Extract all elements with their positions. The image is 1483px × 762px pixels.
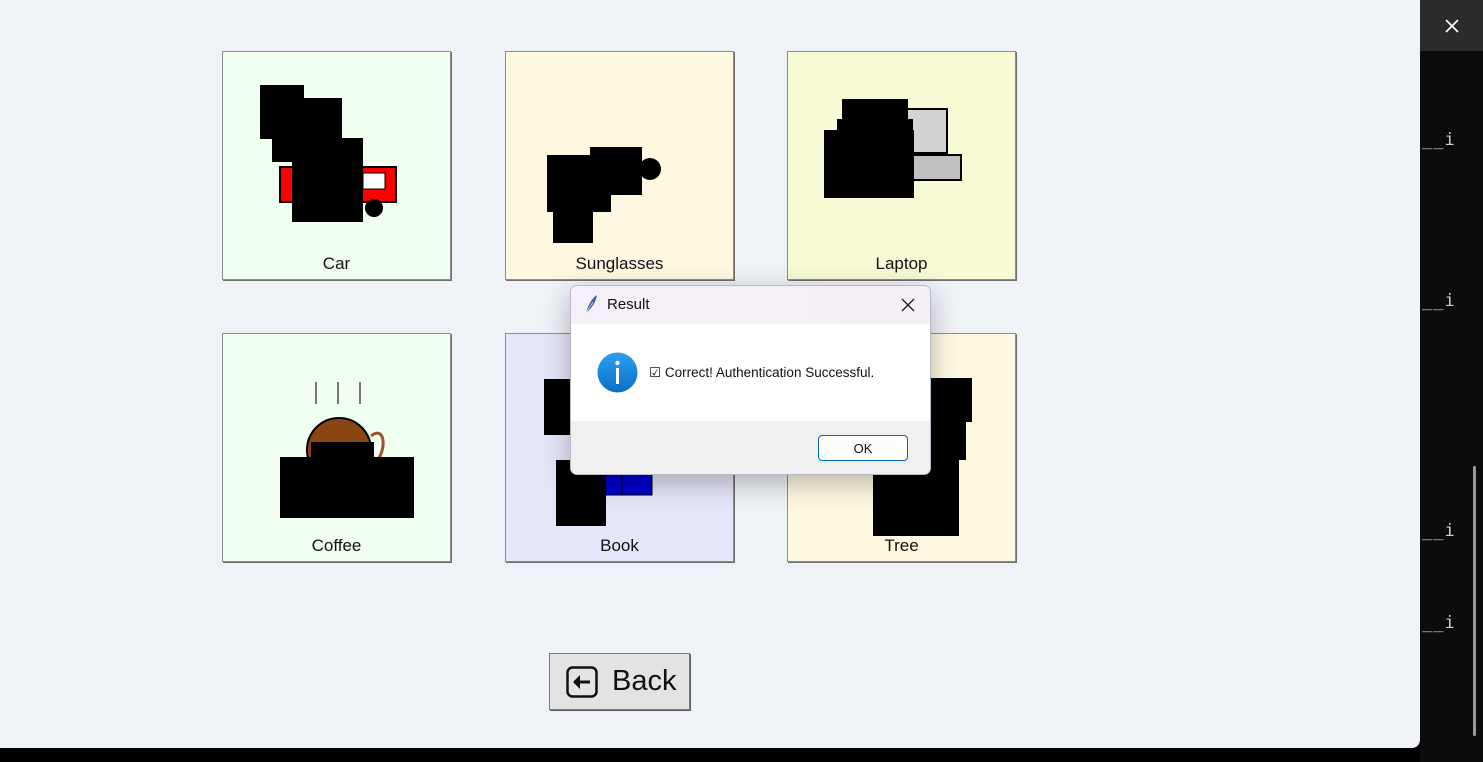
tile-label: Coffee: [311, 536, 362, 555]
terminal-line: __i: [1422, 130, 1456, 150]
image-tile-laptop[interactable]: Laptop: [787, 51, 1016, 280]
terminal-close-button[interactable]: [1420, 0, 1483, 51]
close-icon[interactable]: [900, 297, 916, 313]
back-button-label: Back: [612, 665, 677, 697]
info-icon: [597, 352, 638, 393]
terminal-scrollbar[interactable]: [1473, 466, 1476, 736]
arrow-left-icon: [566, 665, 598, 698]
tile-label: Tree: [884, 536, 919, 555]
back-button[interactable]: Back: [549, 653, 690, 710]
terminal-window: __i __i __i __i: [1420, 0, 1483, 762]
image-tile-car[interactable]: Car: [222, 51, 451, 280]
car-picture: [260, 85, 397, 222]
terminal-line: __i: [1422, 291, 1456, 311]
dialog-title: Result: [607, 296, 650, 313]
dialog-footer: OK: [571, 421, 930, 474]
sunglasses-picture: [547, 147, 661, 243]
tile-label: Car: [322, 254, 351, 273]
close-icon: [1444, 18, 1459, 33]
terminal-line: __i: [1422, 521, 1456, 541]
dialog-body: ☑ Correct! Authentication Successful.: [571, 324, 930, 421]
tile-label: Sunglasses: [575, 254, 664, 273]
dialog-message-text: Correct! Authentication Successful.: [664, 365, 875, 380]
result-dialog: Result ☑ Correct! Authentication Success…: [570, 285, 931, 475]
ok-button[interactable]: OK: [818, 435, 908, 461]
tile-label: Book: [600, 536, 639, 555]
feather-icon: [585, 295, 597, 314]
dialog-titlebar[interactable]: Result: [571, 286, 930, 324]
checkbox-icon: ☑: [649, 365, 662, 380]
laptop-picture: [824, 99, 962, 198]
dialog-message: ☑ Correct! Authentication Successful.: [649, 365, 874, 381]
coffee-picture: [280, 382, 414, 518]
terminal-line: __i: [1422, 613, 1456, 633]
image-tile-sunglasses[interactable]: Sunglasses: [505, 51, 734, 280]
image-tile-coffee[interactable]: Coffee: [222, 333, 451, 562]
tile-label: Laptop: [875, 254, 928, 273]
